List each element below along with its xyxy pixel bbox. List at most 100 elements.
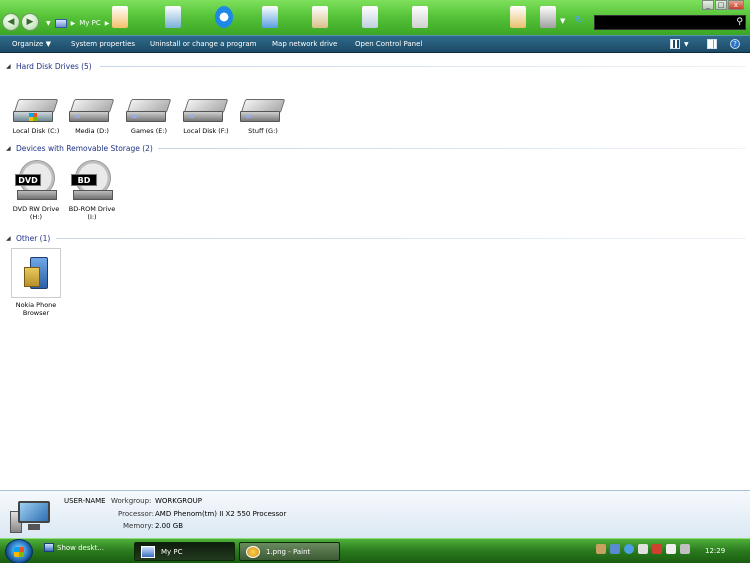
hard-drive-icon <box>240 99 286 123</box>
tray-security-icon[interactable] <box>638 544 648 554</box>
back-arrow-icon: ◀ <box>7 17 15 27</box>
group-title: Devices with Removable Storage (2) <box>16 143 153 153</box>
drive-letter: (I:) <box>87 213 97 221</box>
drive-item[interactable]: Games (E:) <box>121 99 177 135</box>
system-properties-button[interactable]: System properties <box>71 36 135 53</box>
organize-button[interactable]: Organize ▼ <box>12 36 51 53</box>
computer-icon <box>141 545 155 558</box>
drive-item[interactable]: Local Disk (F:) <box>178 99 234 135</box>
drive-label: Local Disk (C:) <box>12 127 60 135</box>
search-input[interactable]: ⚲ <box>594 15 746 30</box>
views-icon[interactable] <box>670 39 680 49</box>
minimize-button[interactable]: _ <box>702 0 714 10</box>
folder-icon <box>510 6 526 28</box>
address-dropdown-icon[interactable]: ▼ <box>560 17 565 25</box>
folder-icon <box>112 6 128 28</box>
document-icon <box>165 6 181 28</box>
processor-value: AMD Phenom(tm) II X2 550 Processor <box>155 510 287 518</box>
breadcrumb-separator-icon[interactable]: ▶ <box>105 20 110 27</box>
back-button[interactable]: ◀ <box>2 13 20 31</box>
group-header-other[interactable]: ◢ Other (1) <box>6 232 50 244</box>
windows-logo-icon <box>14 547 24 557</box>
hard-drive-icon <box>183 99 229 123</box>
system-tray <box>596 544 690 554</box>
archive-icon <box>312 6 328 28</box>
title-bar: ◀ ▶ ▼ ▶ My PC ▶ ▼ ↻ _ □ x ⚲ <box>0 0 750 35</box>
dvd-drive-icon: DVD <box>15 160 57 202</box>
hard-drive-icon <box>69 99 115 123</box>
workgroup-label: Workgroup: <box>111 497 152 505</box>
command-bar: Organize ▼ System properties Uninstall o… <box>0 35 750 53</box>
breadcrumb-separator-icon[interactable]: ▶ <box>71 20 76 27</box>
file-list: ◢ Hard Disk Drives (5) Local Disk (C:) M… <box>0 53 750 490</box>
system-drive-icon <box>13 99 59 123</box>
task-label: My PC <box>161 547 183 556</box>
document-icon <box>540 6 556 28</box>
group-divider <box>158 148 746 149</box>
group-title: Other (1) <box>16 233 51 243</box>
tray-update-icon[interactable] <box>624 544 634 554</box>
details-pane: USER-NAME Workgroup: WORKGROUP Processor… <box>0 490 750 538</box>
task-paint[interactable]: 1.png - Paint <box>239 542 340 561</box>
document-icon <box>362 6 378 28</box>
forward-arrow-icon: ▶ <box>26 17 34 27</box>
map-network-drive-button[interactable]: Map network drive <box>272 36 337 53</box>
quick-launch-label: Show deskt... <box>57 543 104 552</box>
drive-item[interactable]: BD BD-ROM Drive (I:) <box>64 160 120 221</box>
search-icon[interactable]: ⚲ <box>736 17 743 27</box>
bd-badge: BD <box>71 174 97 186</box>
clock[interactable]: 12:29 <box>705 539 725 563</box>
device-label-line2: Browser <box>22 309 50 317</box>
tray-power-icon[interactable] <box>680 544 690 554</box>
organize-label: Organize <box>12 40 44 48</box>
group-header-hard-disks[interactable]: ◢ Hard Disk Drives (5) <box>6 60 92 72</box>
group-header-removable[interactable]: ◢ Devices with Removable Storage (2) <box>6 142 153 154</box>
task-my-pc[interactable]: My PC <box>134 542 235 561</box>
drive-label: Local Disk (F:) <box>183 127 229 135</box>
uninstall-program-button[interactable]: Uninstall or change a program <box>150 36 257 53</box>
tray-network-icon[interactable] <box>610 544 620 554</box>
collapse-triangle-icon[interactable]: ◢ <box>6 63 16 70</box>
drive-item[interactable]: DVD DVD RW Drive (H:) <box>8 160 64 221</box>
breadcrumb-my-pc[interactable]: My PC <box>79 19 101 27</box>
drive-label: BD-ROM Drive <box>68 205 116 213</box>
device-item[interactable]: Nokia Phone Browser <box>8 248 64 317</box>
drive-item[interactable]: Local Disk (C:) <box>8 99 64 135</box>
bd-drive-icon: BD <box>71 160 113 202</box>
drive-item[interactable]: Stuff (G:) <box>235 99 291 135</box>
preview-pane-icon[interactable] <box>707 39 717 49</box>
workgroup-value: WORKGROUP <box>155 497 203 505</box>
address-bar[interactable]: ▼ ▶ My PC ▶ <box>46 16 109 30</box>
refresh-icon[interactable]: ↻ <box>575 15 585 27</box>
drive-label: DVD RW Drive <box>12 205 60 213</box>
collapse-triangle-icon[interactable]: ◢ <box>6 145 16 152</box>
drive-label: Media (D:) <box>75 127 109 135</box>
maximize-button[interactable]: □ <box>715 0 727 10</box>
show-desktop-icon <box>44 543 54 552</box>
quick-launch-show-desktop[interactable]: Show deskt... <box>44 543 104 552</box>
forward-button[interactable]: ▶ <box>21 13 39 31</box>
start-button[interactable] <box>5 539 33 563</box>
recent-pages-chevron-icon[interactable]: ▼ <box>46 20 51 27</box>
tray-alert-icon[interactable] <box>652 544 662 554</box>
bluetooth-icon <box>215 6 233 28</box>
taskbar: Show deskt... My PC 1.png - Paint 12:29 <box>0 538 750 563</box>
hard-drive-icon <box>126 99 172 123</box>
network-icon <box>262 6 278 28</box>
drive-letter: (H:) <box>29 213 43 221</box>
tray-volume-icon[interactable] <box>666 544 676 554</box>
tray-app-icon[interactable] <box>596 544 606 554</box>
open-control-panel-button[interactable]: Open Control Panel <box>355 36 422 53</box>
group-divider <box>100 66 746 67</box>
collapse-triangle-icon[interactable]: ◢ <box>6 235 16 242</box>
close-button[interactable]: x <box>728 0 744 10</box>
views-dropdown-icon[interactable]: ▼ <box>684 36 689 53</box>
document-icon <box>412 6 428 28</box>
help-icon[interactable]: ? <box>730 39 740 49</box>
task-label: 1.png - Paint <box>266 547 311 556</box>
paint-icon <box>246 545 260 558</box>
computer-icon <box>10 501 50 533</box>
memory-value: 2.00 GB <box>155 522 184 530</box>
computer-icon <box>54 18 67 28</box>
drive-item[interactable]: Media (D:) <box>64 99 120 135</box>
